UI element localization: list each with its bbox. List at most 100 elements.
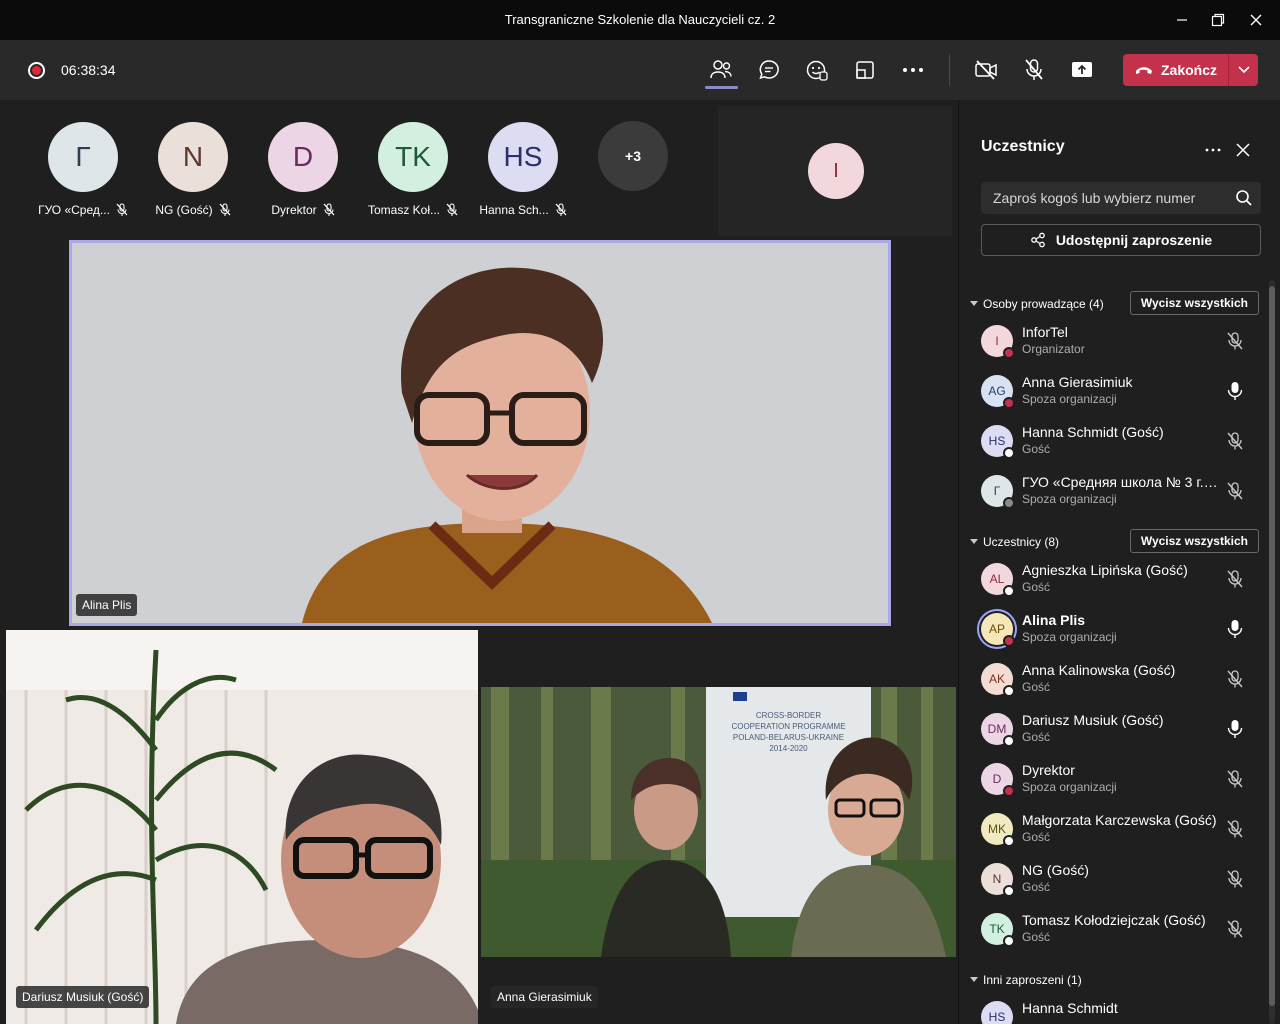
- minimize-icon[interactable]: [1170, 8, 1194, 32]
- participant-name: Alina Plis: [1022, 612, 1086, 628]
- participant-role: Gość: [1022, 442, 1051, 456]
- participants-icon[interactable]: [708, 57, 734, 83]
- participant-initials: MK: [988, 822, 1006, 836]
- mic-off-icon[interactable]: [1225, 331, 1245, 351]
- share-screen-icon[interactable]: [1069, 57, 1095, 83]
- meeting-toolbar: 06:38:34: [0, 40, 1280, 100]
- participant-row[interactable]: HS Hanna Schmidt (Gość) Gość: [979, 419, 1259, 465]
- main-speaker-video[interactable]: Alina Plis: [69, 240, 891, 626]
- mic-off-icon[interactable]: [1225, 569, 1245, 589]
- participant-video-right[interactable]: CROSS-BORDER COOPERATION PROGRAMME POLAN…: [481, 630, 956, 1024]
- participant-row[interactable]: AL Agnieszka Lipińska (Gość) Gość: [979, 557, 1259, 603]
- presence-indicator: [1003, 397, 1015, 409]
- mic-off-icon[interactable]: [1225, 869, 1245, 889]
- participant-row[interactable]: MK Małgorzata Karczewska (Gość) Gość: [979, 807, 1259, 853]
- participant-row[interactable]: AK Anna Kalinowska (Gość) Gość: [979, 657, 1259, 703]
- participant-initials: AK: [988, 672, 1005, 686]
- more-participants-button[interactable]: +3: [598, 121, 668, 191]
- end-call-main[interactable]: Zakończ: [1123, 54, 1228, 86]
- camera-off-icon[interactable]: [973, 57, 999, 83]
- participant-row[interactable]: AP Alina Plis Spoza organizacji: [979, 607, 1259, 653]
- mute-all-button[interactable]: Wycisz wszystkich: [1129, 291, 1259, 315]
- video-stage: Alina Plis Dariusz Musiuk (Gość) CROSS-B…: [3, 238, 956, 1024]
- gallery-tile[interactable]: HS Hanna Sch...: [468, 122, 578, 217]
- participant-row[interactable]: N NG (Gość) Gość: [979, 857, 1259, 903]
- mic-off-icon: [555, 203, 567, 216]
- end-call-dropdown[interactable]: [1229, 54, 1258, 86]
- presence-indicator: [1003, 735, 1015, 747]
- mic-off-icon[interactable]: [1225, 481, 1245, 501]
- panel-title: Uczestnicy: [981, 138, 1065, 155]
- gallery-tile[interactable]: N NG (Gość): [138, 122, 248, 217]
- share-invite-button[interactable]: Udostępnij zaproszenie: [981, 224, 1261, 256]
- caret-down-icon[interactable]: [967, 977, 981, 983]
- section-label: Osoby prowadzące (4): [983, 297, 1104, 311]
- reactions-icon[interactable]: [804, 57, 830, 83]
- mic-on-icon[interactable]: [1225, 719, 1245, 739]
- participant-name: Małgorzata Karczewska (Gość): [1022, 812, 1217, 828]
- panel-close-icon[interactable]: [1233, 140, 1253, 160]
- end-call-button[interactable]: Zakończ: [1123, 54, 1258, 86]
- end-call-label: Zakończ: [1161, 62, 1218, 78]
- search-icon[interactable]: [1235, 189, 1253, 212]
- mic-off-icon[interactable]: [1021, 57, 1047, 83]
- participant-initials: DM: [987, 722, 1007, 736]
- mic-off-icon[interactable]: [1225, 919, 1245, 939]
- hangup-icon: [1136, 67, 1152, 74]
- participant-right-people: [601, 737, 946, 957]
- participant-initials: AL: [989, 572, 1005, 586]
- mute-all-button[interactable]: Wycisz wszystkich: [1129, 529, 1259, 553]
- participant-role: Organizator: [1022, 342, 1085, 356]
- gallery-tile[interactable]: D Dyrektor: [248, 122, 358, 217]
- participant-name: Anna Gierasimiuk: [1022, 374, 1133, 390]
- more-participants-count: +3: [625, 148, 641, 164]
- participant-initials: AG: [988, 384, 1006, 398]
- close-window-icon[interactable]: [1244, 8, 1268, 32]
- mic-off-icon: [116, 203, 128, 216]
- participant-row[interactable]: TK Tomasz Kołodziejczak (Gość) Gość: [979, 907, 1259, 953]
- chat-icon[interactable]: [756, 57, 782, 83]
- invite-search-input[interactable]: [981, 182, 1221, 214]
- section-label: Uczestnicy (8): [983, 535, 1060, 549]
- participant-row[interactable]: AG Anna Gierasimiuk Spoza organizacji: [979, 369, 1259, 415]
- panel-more-icon[interactable]: [1203, 138, 1223, 158]
- mic-off-icon[interactable]: [1225, 431, 1245, 451]
- section-header[interactable]: Inni zaproszeni (1): [967, 969, 1259, 991]
- gallery-tile[interactable]: Г ГУО «Сред...: [28, 122, 138, 217]
- more-options-icon[interactable]: [900, 57, 926, 83]
- mic-on-icon[interactable]: [1225, 381, 1245, 401]
- mic-off-icon[interactable]: [1225, 819, 1245, 839]
- meeting-timer: 06:38:34: [61, 62, 116, 78]
- participant-row[interactable]: Г ГУО «Средняя школа № 3 г. ... Spoza orga…: [979, 469, 1259, 515]
- mic-off-icon[interactable]: [1225, 669, 1245, 689]
- panel-scrollbar[interactable]: [1269, 280, 1275, 1024]
- section-header[interactable]: Osoby prowadzące (4) Wycisz wszystkich: [967, 291, 1259, 315]
- participant-row[interactable]: DM Dariusz Musiuk (Gość) Gość: [979, 707, 1259, 753]
- caret-down-icon[interactable]: [967, 539, 981, 545]
- share-icon: [1030, 232, 1045, 248]
- self-view-tile[interactable]: I: [718, 106, 952, 236]
- invite-search-box[interactable]: [981, 182, 1261, 214]
- gallery-avatar: D: [268, 122, 338, 192]
- participant-left-image: [6, 630, 478, 1024]
- section-header[interactable]: Uczestnicy (8) Wycisz wszystkich: [967, 529, 1259, 553]
- participant-row[interactable]: I InforTel Organizator: [979, 319, 1259, 365]
- presence-indicator: [1003, 447, 1015, 459]
- gallery-avatar-initials: N: [182, 141, 204, 172]
- mic-on-icon[interactable]: [1225, 619, 1245, 639]
- maximize-icon[interactable]: [1206, 8, 1230, 32]
- rooms-icon[interactable]: [852, 57, 878, 83]
- caret-down-icon[interactable]: [967, 301, 981, 307]
- participant-row[interactable]: D Dyrektor Spoza organizacji: [979, 757, 1259, 803]
- mic-off-icon[interactable]: [1225, 769, 1245, 789]
- participant-video-left[interactable]: Dariusz Musiuk (Gość): [6, 630, 478, 1024]
- presence-indicator: [1003, 685, 1015, 697]
- gallery-name-row: Dyrektor: [248, 203, 358, 217]
- participant-role: Spoza organizacji: [1022, 492, 1117, 506]
- participant-name: Agnieszka Lipińska (Gość): [1022, 562, 1188, 578]
- gallery-avatar: Г: [48, 122, 118, 192]
- panel-scrollbar-thumb[interactable]: [1269, 286, 1275, 1006]
- gallery-tile[interactable]: TK Tomasz Koł...: [358, 122, 468, 217]
- participant-row[interactable]: HS Hanna Schmidt: [979, 995, 1259, 1024]
- participant-name: ГУО «Средняя школа № 3 г. ...: [1022, 474, 1218, 490]
